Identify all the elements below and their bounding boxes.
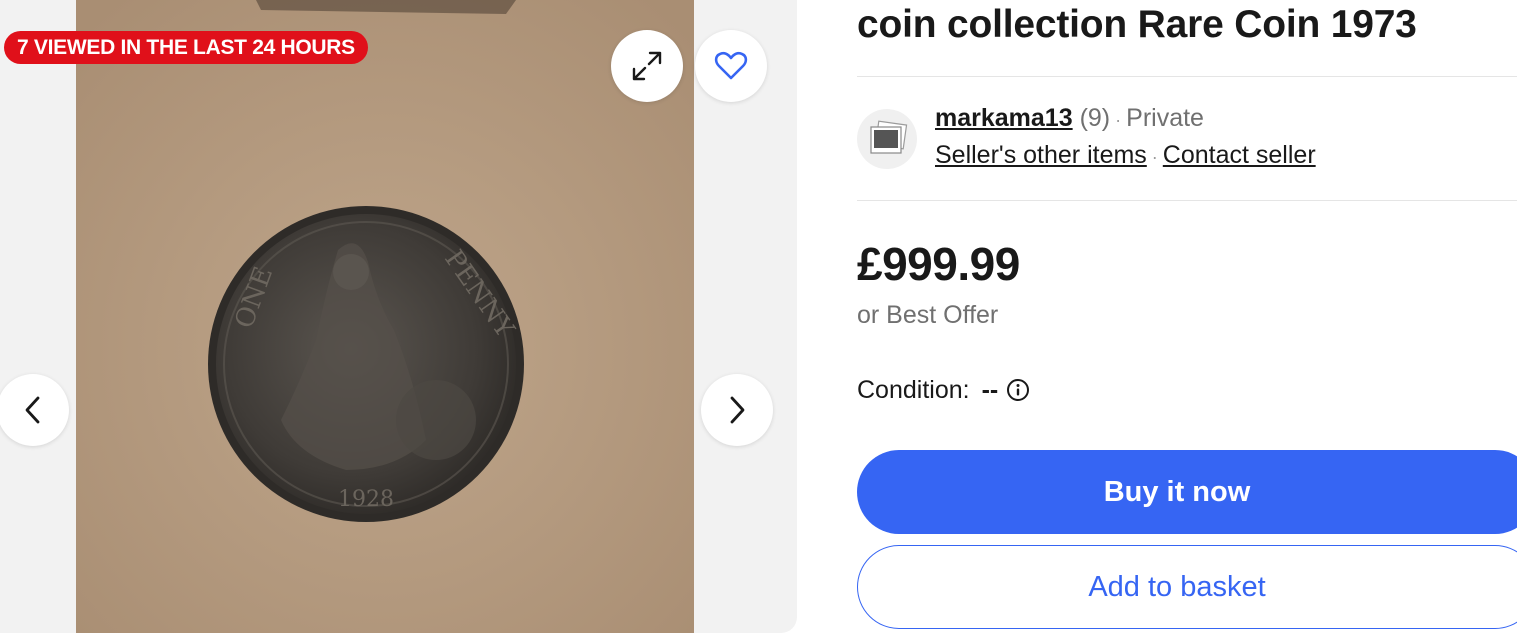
views-badge: 7 VIEWED IN THE LAST 24 HOURS xyxy=(4,31,368,64)
info-icon[interactable] xyxy=(1006,378,1030,402)
seller-feedback-count: (9) xyxy=(1079,104,1111,132)
image-gallery: ONE PENNY 1928 7 VIEWED IN THE LAST 24 H… xyxy=(0,0,797,633)
seller-other-items-link[interactable]: Seller's other items xyxy=(935,141,1147,169)
add-to-basket-button[interactable]: Add to basket xyxy=(857,545,1517,629)
seller-links: Seller's other items · Contact seller xyxy=(935,138,1316,174)
heart-icon xyxy=(714,51,748,80)
condition-value: -- xyxy=(981,376,999,404)
coin-photo-illustration: ONE PENNY 1928 xyxy=(76,0,694,633)
separator-dot: · xyxy=(1115,110,1122,130)
seller-avatar[interactable] xyxy=(857,109,917,169)
chevron-right-icon xyxy=(730,396,745,424)
previous-image-button[interactable] xyxy=(0,374,69,446)
seller-type: Private xyxy=(1126,104,1204,132)
photo-stack-icon xyxy=(870,120,908,154)
listing-details: coin collection Rare Coin 1973 markama13… xyxy=(857,0,1517,633)
buy-it-now-button[interactable]: Buy it now xyxy=(857,450,1517,534)
chevron-left-icon xyxy=(25,396,40,424)
watchlist-button[interactable] xyxy=(695,30,767,102)
best-offer-label: or Best Offer xyxy=(857,301,999,329)
listing-title: coin collection Rare Coin 1973 xyxy=(857,3,1417,46)
listing-photo[interactable]: ONE PENNY 1928 xyxy=(76,0,694,633)
condition-row: Condition: -- xyxy=(857,373,1030,407)
divider xyxy=(857,200,1517,201)
separator-dot: · xyxy=(1151,147,1158,167)
expand-button[interactable] xyxy=(611,30,683,102)
expand-icon xyxy=(632,51,662,81)
seller-name-link[interactable]: markama13 xyxy=(935,104,1073,132)
divider xyxy=(857,76,1517,77)
seller-info: markama13 (9) · Private xyxy=(935,101,1204,137)
contact-seller-link[interactable]: Contact seller xyxy=(1163,141,1316,169)
price: £999.99 xyxy=(857,238,1020,290)
coin-year: 1928 xyxy=(338,487,394,512)
condition-label: Condition: xyxy=(857,376,970,404)
next-image-button[interactable] xyxy=(701,374,773,446)
